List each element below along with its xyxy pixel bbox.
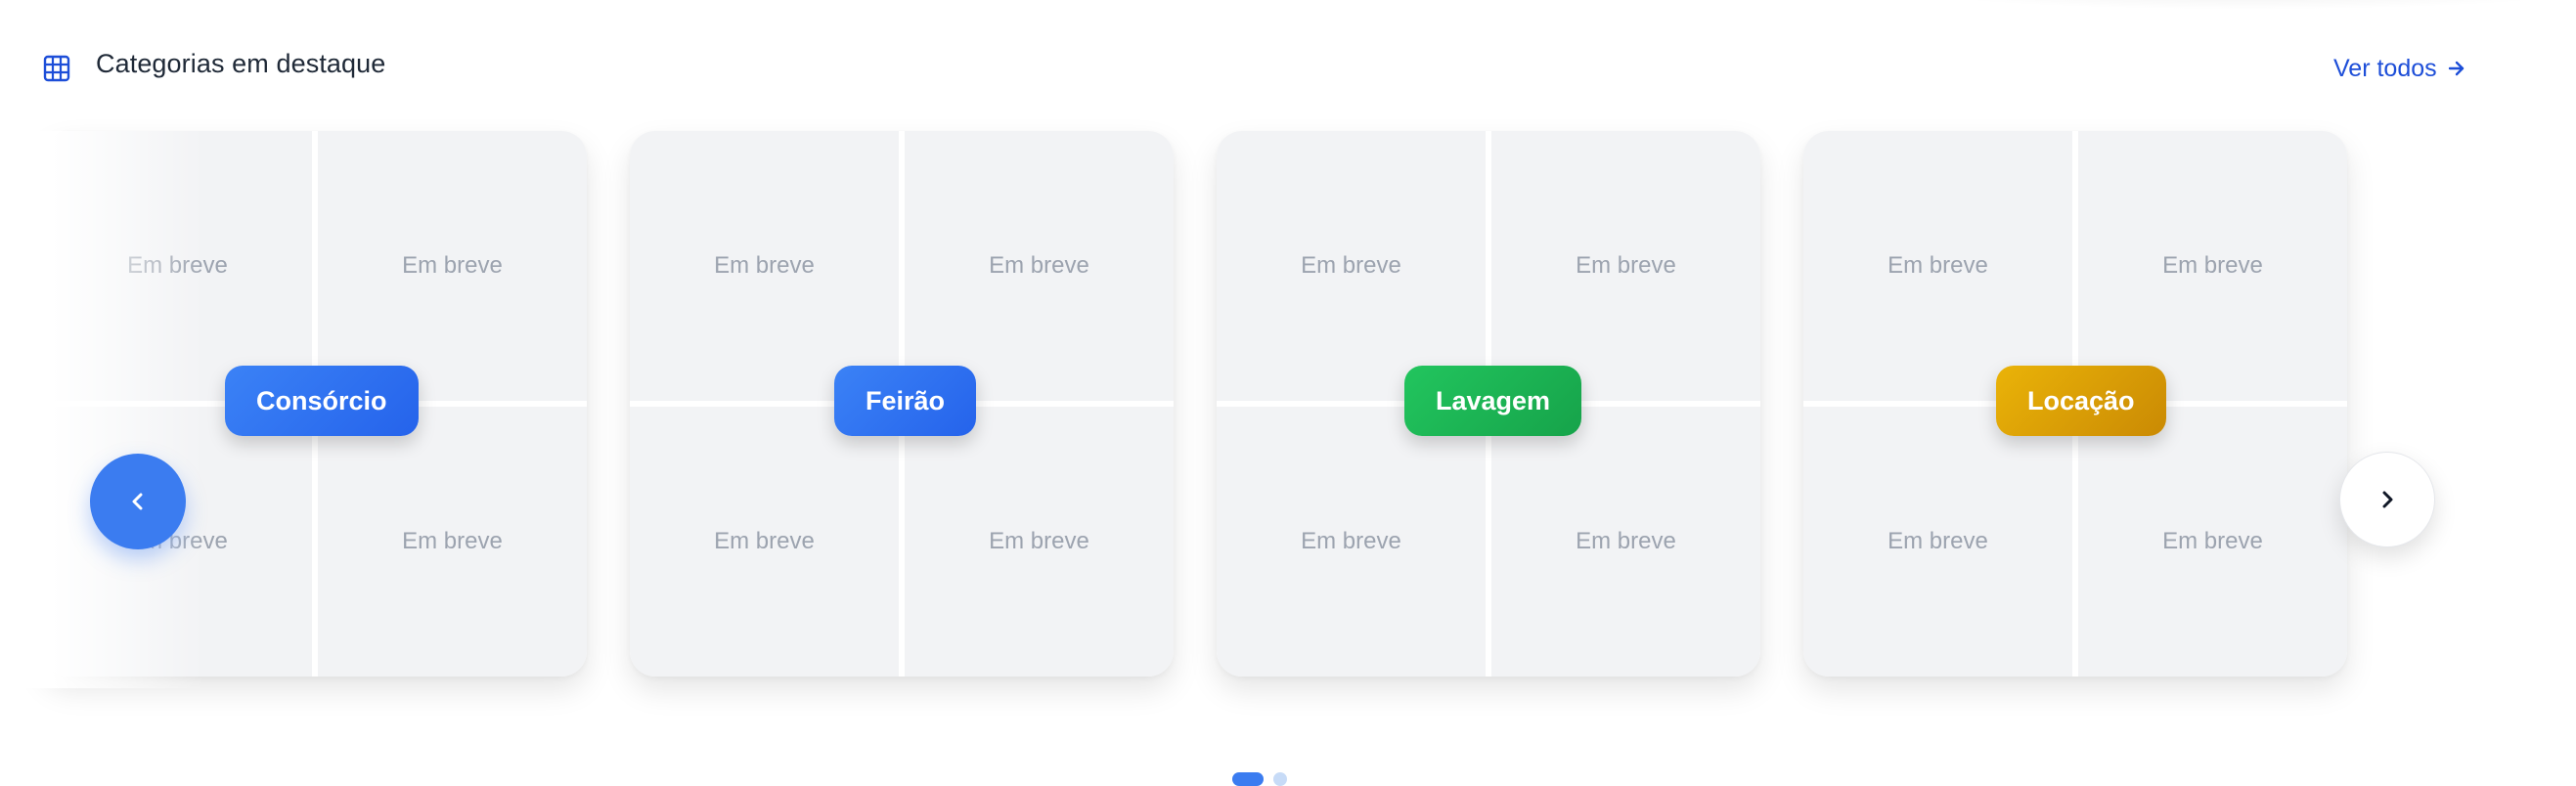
category-badge-feirao[interactable]: Feirão	[834, 366, 977, 436]
carousel-pagination	[1232, 772, 1287, 786]
placeholder-text: Em breve	[2162, 528, 2263, 554]
placeholder-text: Em breve	[2162, 252, 2263, 279]
pagination-dot-1[interactable]	[1232, 772, 1264, 786]
carousel-next-button[interactable]	[2339, 452, 2435, 547]
placeholder-text: Em breve	[1301, 252, 1401, 279]
placeholder-cell: Em breve	[43, 131, 312, 401]
carousel-prev-button[interactable]	[90, 454, 186, 549]
placeholder-text: Em breve	[402, 528, 503, 554]
placeholder-text: Em breve	[989, 252, 1089, 279]
placeholder-text: Em breve	[1888, 528, 1988, 554]
placeholder-cell: Em breve	[905, 407, 1174, 677]
see-all-label: Ver todos	[2333, 54, 2437, 82]
placeholder-cell: Em breve	[1217, 407, 1486, 677]
chevron-right-icon	[2382, 491, 2393, 508]
placeholder-text: Em breve	[714, 252, 815, 279]
placeholder-cell: Em breve	[43, 407, 312, 677]
section-title: Categorias em destaque	[96, 49, 386, 78]
placeholder-cell: Em breve	[318, 131, 587, 401]
placeholder-cell: Em breve	[1491, 131, 1760, 401]
section-header: Categorias em destaque Ver todos	[0, 0, 2576, 137]
placeholder-cell: Em breve	[630, 407, 899, 677]
placeholder-cell: Em breve	[2078, 407, 2347, 677]
placeholder-text: Em breve	[1888, 252, 1988, 279]
placeholder-text: Em breve	[1576, 252, 1676, 279]
placeholder-cell: Em breve	[1803, 407, 2072, 677]
category-badge-locacao[interactable]: Locação	[1996, 366, 2166, 436]
category-badge-lavagem[interactable]: Lavagem	[1404, 366, 1582, 436]
placeholder-text: Em breve	[714, 528, 815, 554]
placeholder-cell: Em breve	[2078, 131, 2347, 401]
category-carousel: Em breve Em breve Em breve Em breve Em b…	[0, 131, 2576, 688]
grid-icon	[43, 55, 70, 82]
placeholder-cell: Em breve	[1491, 407, 1760, 677]
placeholder-cell: Em breve	[1803, 131, 2072, 401]
arrow-right-icon	[2448, 61, 2464, 76]
placeholder-text: Em breve	[1301, 528, 1401, 554]
placeholder-text: Em breve	[402, 252, 503, 279]
carousel-fade-right	[2367, 131, 2576, 688]
placeholder-cell: Em breve	[318, 407, 587, 677]
placeholder-cell: Em breve	[630, 131, 899, 401]
placeholder-cell: Em breve	[1217, 131, 1486, 401]
chevron-left-icon	[132, 493, 143, 510]
placeholder-text: Em breve	[127, 252, 228, 279]
see-all-link[interactable]: Ver todos	[2333, 49, 2466, 88]
placeholder-text: Em breve	[989, 528, 1089, 554]
placeholder-cell: Em breve	[905, 131, 1174, 401]
pagination-dot-2[interactable]	[1273, 772, 1287, 786]
category-badge-consorcio[interactable]: Consórcio	[225, 366, 419, 436]
placeholder-text: Em breve	[1576, 528, 1676, 554]
